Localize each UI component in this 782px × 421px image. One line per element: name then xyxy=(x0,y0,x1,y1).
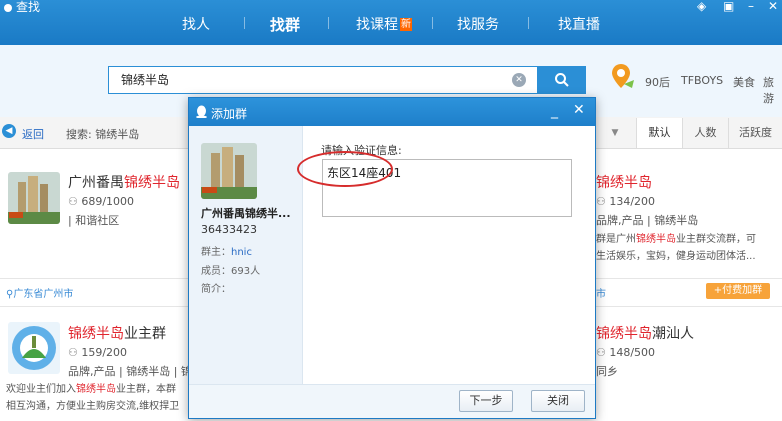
close-icon[interactable]: ✕ xyxy=(768,0,778,13)
sort-tab-activity[interactable]: 活跃度 xyxy=(728,118,782,148)
close-icon[interactable]: ✕ xyxy=(573,102,585,118)
nav-divider xyxy=(328,17,329,29)
member-count: ⚇ 134/200 xyxy=(596,195,656,208)
group-members: 成员：693人 xyxy=(201,266,261,277)
search-button[interactable] xyxy=(538,66,586,94)
group-avatar xyxy=(201,143,257,199)
group-name[interactable]: 锦绣半岛 xyxy=(596,172,652,192)
nav-divider xyxy=(244,17,245,29)
minimize-icon[interactable]: _ xyxy=(551,103,558,119)
dialog-group-id: 36433423 xyxy=(201,223,257,236)
paid-join-button[interactable]: +付费加群 xyxy=(706,283,770,299)
group-name[interactable]: 锦绣半岛业主群 xyxy=(68,323,166,343)
divider xyxy=(0,278,188,279)
group-description: 欢迎业主们加入锦绣半岛业主群，本群 xyxy=(6,384,176,395)
group-intro: 简介： xyxy=(201,284,231,295)
group-tags: | 和谐社区 xyxy=(68,214,120,227)
nav-divider xyxy=(432,17,433,29)
group-name[interactable]: 锦绣半岛潮汕人 xyxy=(596,323,694,343)
close-button[interactable]: 关闭 xyxy=(531,390,585,412)
nav-divider xyxy=(528,17,529,29)
app-icon xyxy=(4,3,12,12)
back-arrow-icon[interactable]: ◀ xyxy=(2,124,16,138)
group-location: 市 xyxy=(596,289,606,300)
hot-tag[interactable]: 美食 xyxy=(733,74,755,90)
group-tags: 同乡 xyxy=(596,365,618,378)
group-description: 群是广州锦绣半岛业主群交流群，可 xyxy=(596,234,756,245)
chevron-down-icon[interactable]: ▼ xyxy=(600,118,630,148)
group-description: 生活娱乐，宝妈，健身运动团体活... xyxy=(596,251,756,262)
dialog-title-bar[interactable]: 添加群 _ ✕ xyxy=(189,98,595,126)
add-group-dialog: 添加群 _ ✕ 广州番禺锦绣半... 36433423 群主：hnic 成员：6… xyxy=(188,97,596,419)
new-badge: 新 xyxy=(400,18,412,31)
search-icon xyxy=(555,73,569,87)
divider xyxy=(596,278,782,279)
restore-icon[interactable]: ▣ xyxy=(723,0,734,13)
group-avatar[interactable] xyxy=(8,172,60,224)
tab-find-services[interactable]: 找服务 xyxy=(457,14,499,34)
group-description: 相互沟通，方便业主购房交流,维权捍卫 xyxy=(6,401,180,412)
sort-tab-default[interactable]: 默认 xyxy=(636,118,682,148)
tab-find-people[interactable]: 找人 xyxy=(182,14,210,34)
people-icon: ⚇ xyxy=(68,346,82,359)
next-button[interactable]: 下一步 xyxy=(459,390,513,412)
group-name[interactable]: 广州番禺锦绣半岛 xyxy=(68,172,180,192)
tab-label: 找课程 xyxy=(356,17,398,33)
group-location: ⚲广东省广州市 xyxy=(6,289,74,300)
location-icon[interactable] xyxy=(610,62,636,95)
highlight-ellipse xyxy=(297,151,393,187)
qq-penguin-icon xyxy=(196,105,207,118)
member-count: ⚇ 159/200 xyxy=(68,346,128,359)
group-owner: 群主：hnic xyxy=(201,247,252,258)
hot-tag[interactable]: 旅游 xyxy=(763,74,782,106)
group-avatar[interactable] xyxy=(8,322,60,374)
search-input[interactable]: 锦绣半岛 xyxy=(108,66,538,94)
people-icon: ⚇ xyxy=(596,346,610,359)
member-count: ⚇ 689/1000 xyxy=(68,195,135,208)
search-breadcrumb: 搜索: 锦绣半岛 xyxy=(66,128,140,141)
minimize-icon[interactable]: – xyxy=(748,0,754,13)
sort-tab-members[interactable]: 人数 xyxy=(682,118,728,148)
back-link[interactable]: 返回 xyxy=(22,126,44,142)
tab-find-live[interactable]: 找直播 xyxy=(558,14,600,34)
app-title: 查找 xyxy=(4,0,40,15)
clear-icon[interactable]: ✕ xyxy=(512,73,526,87)
group-tags: 品牌,产品 | 锦绣半岛 | 锦 xyxy=(68,365,188,378)
people-icon: ⚇ xyxy=(68,195,82,208)
people-icon: ⚇ xyxy=(596,195,610,208)
dialog-group-name: 广州番禺锦绣半... xyxy=(201,207,291,220)
hot-tag[interactable]: 90后 xyxy=(645,74,670,90)
tab-find-courses[interactable]: 找课程新 xyxy=(356,14,412,34)
hot-tag[interactable]: TFBOYS xyxy=(681,74,723,87)
member-count: ⚇ 148/500 xyxy=(596,346,656,359)
tab-find-groups[interactable]: 找群 xyxy=(270,14,300,35)
group-tags: 品牌,产品 | 锦绣半岛 xyxy=(596,214,699,227)
dialog-title: 添加群 xyxy=(211,107,248,121)
skin-icon[interactable]: ◈ xyxy=(697,0,706,13)
